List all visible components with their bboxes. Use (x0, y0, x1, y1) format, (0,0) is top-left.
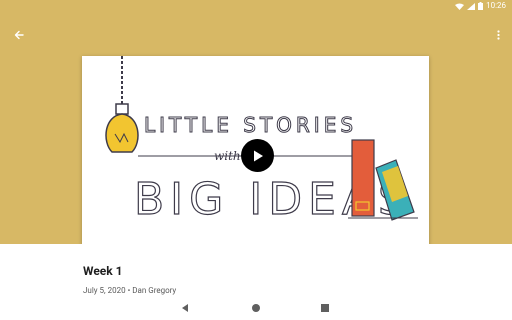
play-icon (253, 150, 263, 161)
nav-home-icon[interactable] (251, 303, 261, 313)
status-icons: 10:26 (455, 1, 506, 11)
back-button[interactable] (9, 25, 29, 45)
nav-back-icon[interactable] (180, 303, 190, 313)
battery-icon (478, 2, 484, 10)
more-options-button[interactable] (492, 25, 504, 45)
light-bulb-icon (105, 113, 139, 153)
bulb-socket (115, 103, 129, 115)
status-time: 10:26 (486, 1, 506, 10)
wifi-icon (455, 3, 465, 10)
arrow-back-icon (14, 30, 24, 40)
post-details (0, 244, 512, 300)
navigation-bar (0, 298, 512, 320)
signal-icon (467, 2, 476, 10)
video-thumbnail[interactable]: LITTLE STORIES with BIG IDEAS (82, 56, 429, 254)
thumb-line2: with (214, 149, 241, 163)
nav-recents-icon[interactable] (320, 303, 330, 313)
thumb-line1: LITTLE STORIES (144, 113, 357, 137)
post-title: Week 1 (83, 264, 123, 278)
play-button[interactable] (241, 139, 274, 172)
post-meta: July 5, 2020 • Dan Gregory (83, 286, 177, 295)
more-vert-icon (496, 30, 500, 40)
status-bar: 10:26 (0, 0, 512, 12)
